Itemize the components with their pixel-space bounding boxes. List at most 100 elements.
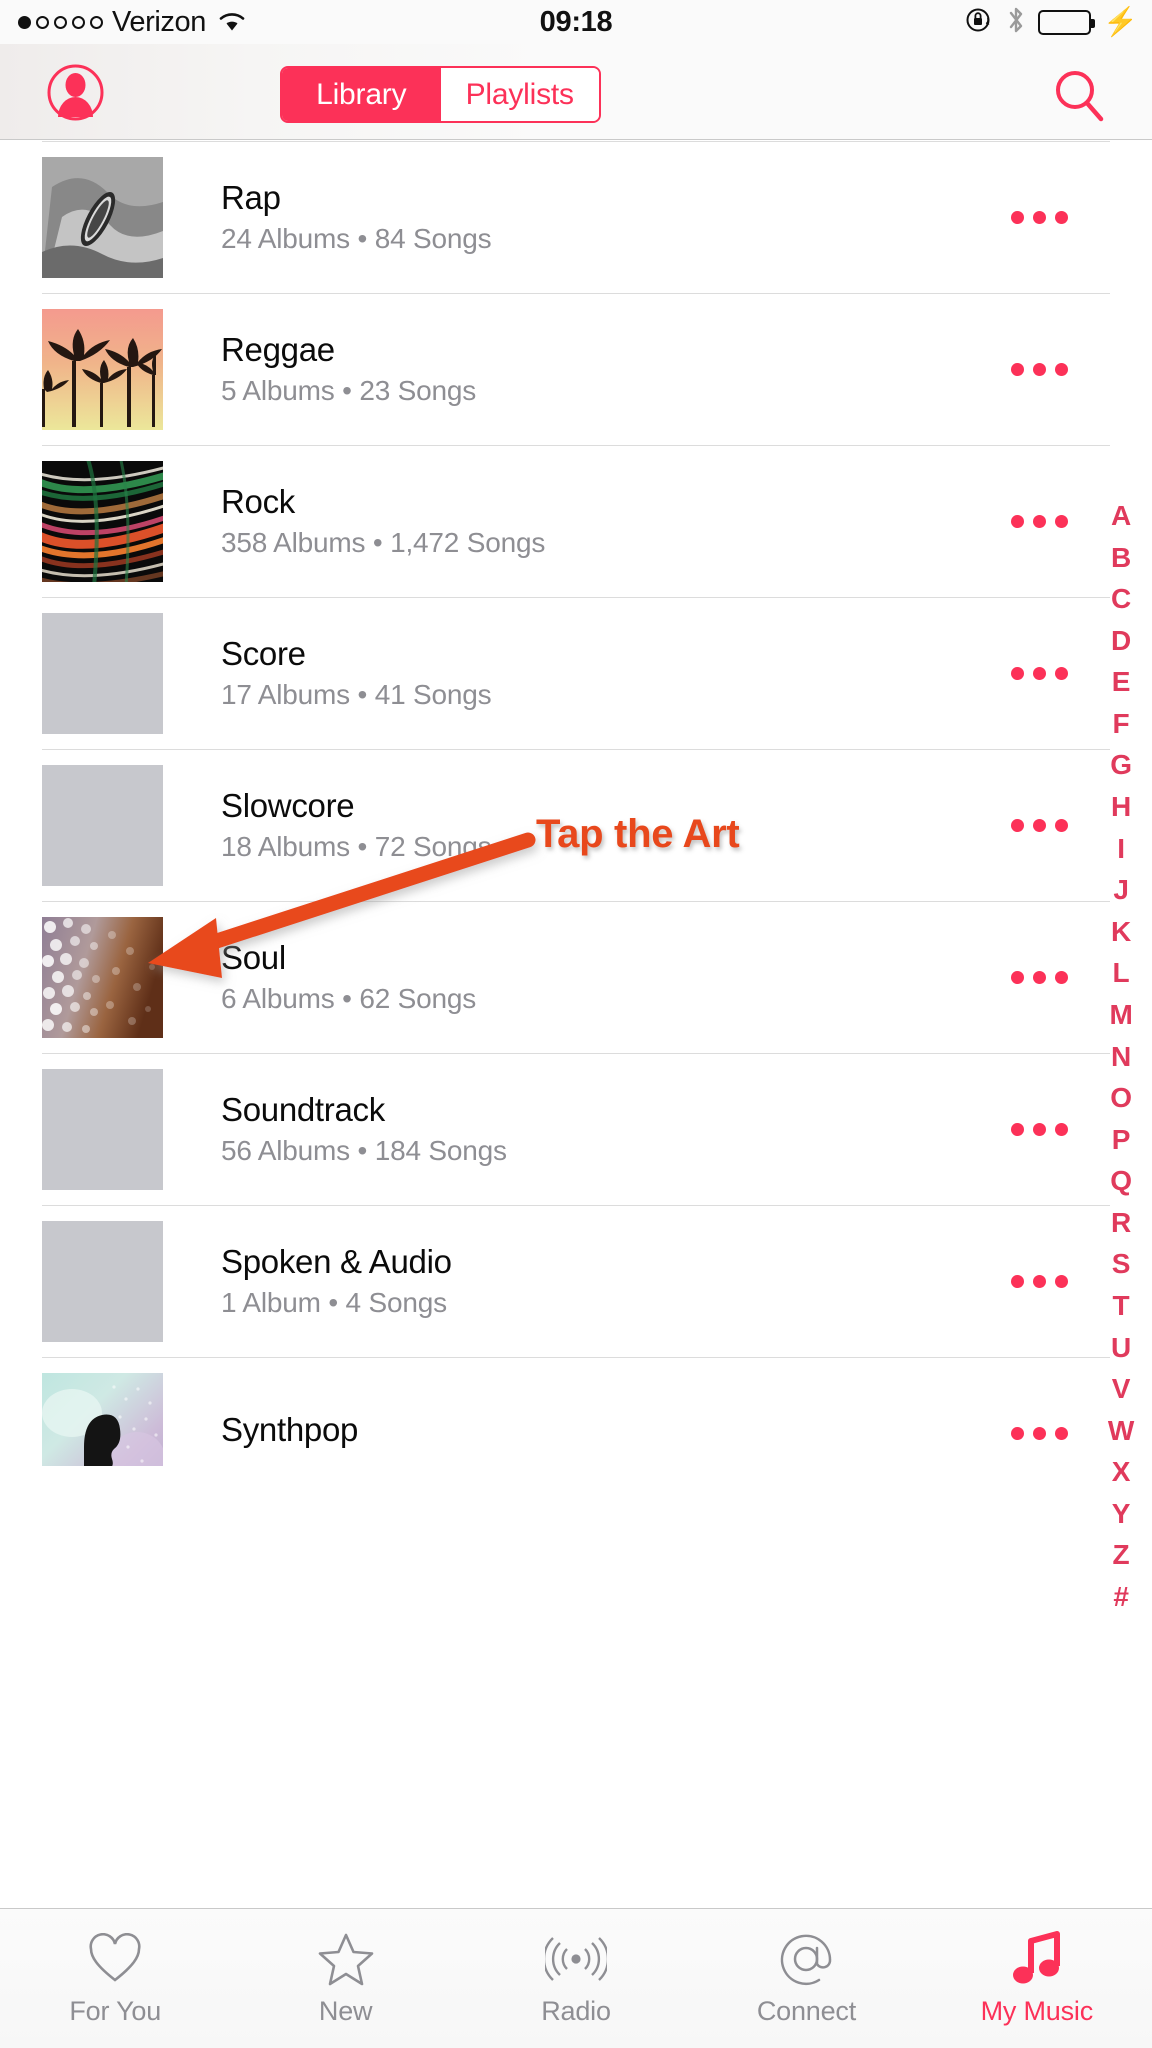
- tab-label: Radio: [541, 1996, 611, 2026]
- list-item[interactable]: Synthpop: [0, 1357, 1152, 1466]
- index-letter[interactable]: U: [1111, 1327, 1131, 1369]
- album-artwork[interactable]: [42, 460, 163, 582]
- index-letter[interactable]: L: [1113, 952, 1130, 994]
- library-playlists-segmented-control[interactable]: Library Playlists: [280, 66, 601, 123]
- tab-radio[interactable]: Radio: [461, 1909, 691, 2048]
- album-artwork[interactable]: [42, 1372, 163, 1466]
- genre-title: Rap: [221, 178, 281, 216]
- index-letter[interactable]: E: [1112, 661, 1131, 703]
- genre-subtitle: 6 Albums • 62 Songs: [221, 983, 477, 1015]
- search-icon[interactable]: [1050, 66, 1108, 124]
- tab-label: For You: [69, 1996, 162, 2026]
- battery-icon: [1038, 9, 1096, 35]
- genre-subtitle: 1 Album • 4 Songs: [221, 1287, 447, 1319]
- list-item-text: Rock 358 Albums • 1,472 Songs: [221, 483, 1011, 560]
- album-artwork-placeholder[interactable]: [42, 1068, 163, 1190]
- genre-subtitle: 358 Albums • 1,472 Songs: [221, 527, 546, 559]
- index-letter[interactable]: Z: [1113, 1534, 1130, 1576]
- album-artwork[interactable]: [42, 916, 163, 1038]
- tab-my-music[interactable]: My Music: [922, 1909, 1152, 2048]
- list-item[interactable]: Rap 24 Albums • 84 Songs: [0, 141, 1152, 293]
- rotation-lock-icon: [964, 5, 994, 40]
- index-letter[interactable]: J: [1113, 869, 1129, 911]
- genre-title: Rock: [221, 482, 295, 520]
- index-letter[interactable]: H: [1111, 786, 1131, 828]
- index-letter[interactable]: V: [1112, 1368, 1131, 1410]
- annotation-label: Tap the Art: [536, 812, 740, 856]
- index-letter[interactable]: Y: [1112, 1493, 1131, 1535]
- genre-title: Soul: [221, 938, 286, 976]
- profile-icon[interactable]: [47, 64, 104, 121]
- more-options-icon[interactable]: [1011, 1122, 1068, 1136]
- index-letter[interactable]: T: [1113, 1285, 1130, 1327]
- index-letter[interactable]: C: [1111, 578, 1131, 620]
- genre-subtitle: 5 Albums • 23 Songs: [221, 375, 477, 407]
- list-item[interactable]: Soundtrack 56 Albums • 184 Songs: [0, 1053, 1152, 1205]
- status-bar: Verizon 09:18 ⚡: [0, 0, 1152, 44]
- index-letter[interactable]: A: [1111, 495, 1131, 537]
- more-options-icon[interactable]: [1011, 818, 1068, 832]
- list-item-text: Synthpop: [221, 1411, 1011, 1456]
- index-letter[interactable]: Q: [1110, 1160, 1132, 1202]
- tab-playlists[interactable]: Playlists: [440, 68, 599, 121]
- alphabet-index-scrubber[interactable]: A B C D E F G H I J K L M N O P Q R S T U V W X Y Z #: [1090, 495, 1152, 1618]
- index-letter[interactable]: F: [1113, 703, 1130, 745]
- more-options-icon[interactable]: [1011, 1426, 1068, 1440]
- tab-bar[interactable]: For You New Radio Connect My Music: [0, 1908, 1152, 2048]
- index-letter[interactable]: N: [1111, 1036, 1131, 1078]
- genre-title: Spoken & Audio: [221, 1242, 452, 1280]
- music-app-screen: Verizon 09:18 ⚡ Library Playlists Rap 24…: [0, 0, 1152, 2048]
- index-letter[interactable]: G: [1110, 744, 1132, 786]
- list-item[interactable]: Spoken & Audio 1 Album • 4 Songs: [0, 1205, 1152, 1357]
- index-letter[interactable]: P: [1112, 1119, 1131, 1161]
- list-item[interactable]: Score 17 Albums • 41 Songs: [0, 597, 1152, 749]
- list-item-text: Reggae 5 Albums • 23 Songs: [221, 331, 1011, 408]
- star-icon: [318, 1930, 374, 1988]
- tab-label: Connect: [756, 1996, 856, 2026]
- bluetooth-icon: [1006, 5, 1026, 40]
- genre-subtitle: 17 Albums • 41 Songs: [221, 679, 492, 711]
- album-artwork-placeholder[interactable]: [42, 612, 163, 734]
- album-artwork-placeholder[interactable]: [42, 764, 163, 886]
- genre-list[interactable]: Rap 24 Albums • 84 Songs Reggae 5 Albums…: [0, 141, 1152, 1466]
- list-item[interactable]: Reggae 5 Albums • 23 Songs: [0, 293, 1152, 445]
- index-letter[interactable]: S: [1112, 1243, 1131, 1285]
- charging-bolt-icon: ⚡: [1103, 6, 1138, 37]
- list-item-text: Soul 6 Albums • 62 Songs: [221, 939, 1011, 1016]
- index-letter[interactable]: D: [1111, 620, 1131, 662]
- album-artwork-placeholder[interactable]: [42, 1220, 163, 1342]
- more-options-icon[interactable]: [1011, 970, 1068, 984]
- more-options-icon[interactable]: [1011, 666, 1068, 680]
- navigation-bar: Library Playlists: [0, 44, 1152, 140]
- list-item-text: Soundtrack 56 Albums • 184 Songs: [221, 1091, 1011, 1168]
- album-artwork[interactable]: [42, 156, 163, 278]
- more-options-icon[interactable]: [1011, 1274, 1068, 1288]
- tab-for-you[interactable]: For You: [0, 1909, 230, 2048]
- index-letter[interactable]: M: [1109, 994, 1132, 1036]
- list-item[interactable]: Soul 6 Albums • 62 Songs: [0, 901, 1152, 1053]
- list-item-text: Rap 24 Albums • 84 Songs: [221, 179, 1011, 256]
- index-letter[interactable]: X: [1112, 1451, 1131, 1493]
- index-letter[interactable]: O: [1110, 1077, 1132, 1119]
- genre-title: Reggae: [221, 330, 335, 368]
- index-letter[interactable]: B: [1111, 537, 1131, 579]
- index-letter[interactable]: I: [1117, 828, 1125, 870]
- more-options-icon[interactable]: [1011, 514, 1068, 528]
- genre-title: Score: [221, 634, 306, 672]
- index-letter[interactable]: W: [1108, 1410, 1134, 1452]
- index-letter[interactable]: R: [1111, 1202, 1131, 1244]
- index-letter[interactable]: #: [1113, 1576, 1129, 1618]
- tab-new[interactable]: New: [230, 1909, 460, 2048]
- more-options-icon[interactable]: [1011, 210, 1068, 224]
- more-options-icon[interactable]: [1011, 362, 1068, 376]
- tab-label: My Music: [980, 1996, 1094, 2026]
- genre-subtitle: 24 Albums • 84 Songs: [221, 223, 492, 255]
- tab-library[interactable]: Library: [282, 68, 441, 121]
- genre-subtitle: 56 Albums • 184 Songs: [221, 1135, 507, 1167]
- at-sign-icon: [777, 1930, 835, 1988]
- index-letter[interactable]: K: [1111, 911, 1131, 953]
- album-artwork[interactable]: [42, 308, 163, 430]
- list-item[interactable]: Rock 358 Albums • 1,472 Songs: [0, 445, 1152, 597]
- genre-title: Synthpop: [221, 1410, 359, 1448]
- tab-connect[interactable]: Connect: [691, 1909, 921, 2048]
